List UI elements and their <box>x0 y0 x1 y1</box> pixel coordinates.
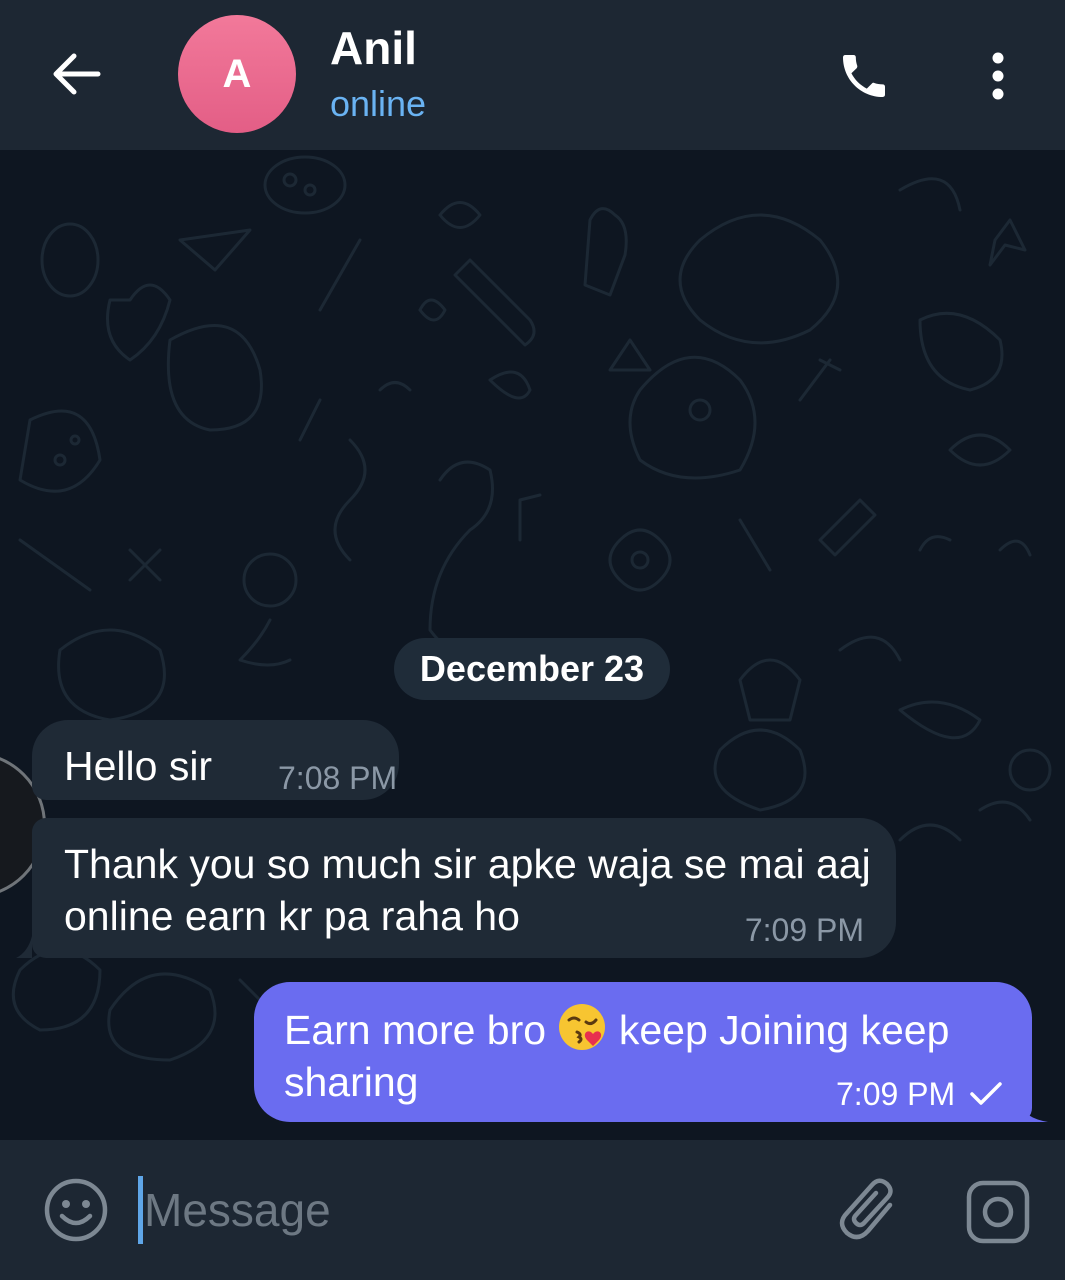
paperclip-icon <box>839 1178 893 1240</box>
message-text-start: Earn more bro <box>284 1007 547 1053</box>
emoji-button[interactable] <box>36 1170 116 1250</box>
more-vertical-icon <box>992 52 1004 100</box>
avatar[interactable]: A <box>178 15 296 133</box>
chat-screen: A Anil online December 23 Hello sir 7:08… <box>0 0 1065 1280</box>
phone-icon <box>843 55 885 97</box>
date-separator: December 23 <box>394 638 670 700</box>
message-bubble-outgoing[interactable]: Earn more bro keep Joining keep sharing … <box>254 982 1032 1122</box>
contact-name[interactable]: Anil <box>330 20 417 76</box>
message-bubble-incoming[interactable]: Hello sir 7:08 PM <box>32 720 399 800</box>
call-button[interactable] <box>828 40 900 112</box>
smile-icon <box>44 1178 108 1242</box>
arrow-left-icon <box>53 53 101 95</box>
message-time: 7:08 PM <box>278 760 398 796</box>
message-list[interactable]: December 23 Hello sir 7:08 PM Thank you … <box>0 150 1065 1140</box>
back-button[interactable] <box>40 38 112 110</box>
message-time: 7:09 PM <box>836 1076 956 1112</box>
face-blowing-a-kiss-icon <box>559 1004 606 1050</box>
more-menu-button[interactable] <box>968 40 1028 112</box>
message-text: Hello sir <box>64 743 213 789</box>
avatar-initial: A <box>222 51 252 96</box>
message-input[interactable]: Message <box>136 1160 776 1260</box>
check-icon <box>970 1082 1002 1105</box>
bubble-tail <box>1018 1102 1048 1122</box>
camera-icon <box>966 1180 1030 1244</box>
bubble-tail <box>16 936 32 958</box>
message-meta: 7:09 PM <box>836 1074 1003 1114</box>
message-time: 7:09 PM <box>744 912 864 948</box>
camera-button[interactable] <box>956 1170 1040 1254</box>
message-input-placeholder: Message <box>144 1184 331 1236</box>
chat-header: A Anil online <box>0 0 1065 150</box>
attach-button[interactable] <box>830 1170 910 1250</box>
message-bubble-incoming[interactable]: Thank you so much sir apke waja se mai a… <box>32 818 896 958</box>
contact-status: online <box>330 83 427 124</box>
